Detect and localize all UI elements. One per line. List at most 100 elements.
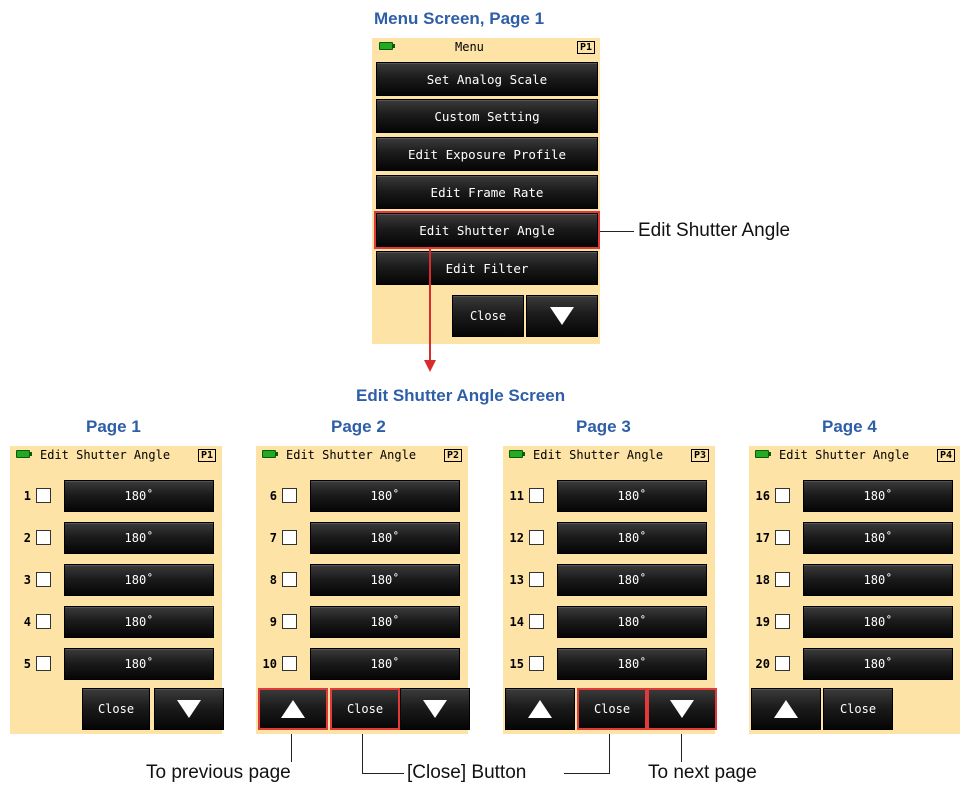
- callout-next-page: To next page: [648, 762, 757, 783]
- row-number: 20: [755, 657, 770, 671]
- row-checkbox[interactable]: [775, 572, 790, 587]
- shutter-angle-value-button[interactable]: 180˚: [64, 648, 214, 680]
- menu-item-edit-filter[interactable]: Edit Filter: [376, 251, 598, 285]
- row-checkbox[interactable]: [282, 488, 297, 503]
- callout-line-close-right-v: [609, 734, 610, 774]
- chevron-down-icon: [670, 700, 694, 718]
- row-number: 2: [23, 531, 31, 545]
- shutter-angle-value-button[interactable]: 180˚: [557, 606, 707, 638]
- shutter-angle-value-button[interactable]: 180˚: [64, 522, 214, 554]
- next-page-button[interactable]: [400, 688, 470, 730]
- shutter-angle-value-button[interactable]: 180˚: [803, 648, 953, 680]
- shutter-angle-value-button[interactable]: 180˚: [310, 480, 460, 512]
- row-number: 17: [755, 531, 770, 545]
- shutter-angle-value-button[interactable]: 180˚: [310, 522, 460, 554]
- next-page-button[interactable]: [647, 688, 717, 730]
- callout-line-edit-shutter-angle: [600, 231, 634, 232]
- edit-screen-page-2: Edit Shutter Angle P2 6 180˚ 7 180˚ 8 180˚ 9 180˚…: [256, 446, 470, 734]
- battery-icon: [262, 450, 278, 458]
- row-number: 19: [755, 615, 770, 629]
- shutter-angle-value-button[interactable]: 180˚: [557, 564, 707, 596]
- edit-screen-title: Edit Shutter Angle: [286, 448, 417, 462]
- shutter-angle-value-button[interactable]: 180˚: [803, 564, 953, 596]
- page-3-caption: Page 3: [576, 417, 631, 436]
- chevron-up-icon: [281, 700, 305, 718]
- row-checkbox[interactable]: [775, 614, 790, 629]
- row-checkbox[interactable]: [775, 656, 790, 671]
- menu-item-edit-frame-rate[interactable]: Edit Frame Rate: [376, 175, 598, 209]
- shutter-angle-value-button[interactable]: 180˚: [64, 564, 214, 596]
- row-checkbox[interactable]: [282, 572, 297, 587]
- row-number: 3: [23, 573, 31, 587]
- row-number: 15: [509, 657, 524, 671]
- edit-screen-title: Edit Shutter Angle: [779, 448, 910, 462]
- arrow-line: [429, 249, 431, 361]
- edit-screen-caption: Edit Shutter Angle Screen: [356, 386, 566, 405]
- close-button[interactable]: Close: [82, 688, 150, 730]
- shutter-angle-value-button[interactable]: 180˚: [803, 480, 953, 512]
- menu-close-button[interactable]: Close: [452, 295, 524, 337]
- shutter-angle-value-button[interactable]: 180˚: [803, 606, 953, 638]
- row-checkbox[interactable]: [529, 530, 544, 545]
- chevron-down-icon: [550, 307, 574, 325]
- row-checkbox[interactable]: [529, 572, 544, 587]
- shutter-angle-value-button[interactable]: 180˚: [557, 522, 707, 554]
- arrow-down-icon: [424, 360, 436, 372]
- battery-icon: [16, 450, 32, 458]
- row-number: 14: [509, 615, 524, 629]
- close-button[interactable]: Close: [330, 688, 400, 730]
- row-checkbox[interactable]: [529, 614, 544, 629]
- row-checkbox[interactable]: [36, 488, 51, 503]
- previous-page-button[interactable]: [258, 688, 328, 730]
- edit-screen-page-tag: P3: [691, 449, 710, 462]
- row-checkbox[interactable]: [775, 530, 790, 545]
- shutter-angle-value-button[interactable]: 180˚: [803, 522, 953, 554]
- row-checkbox[interactable]: [36, 530, 51, 545]
- menu-title: Menu: [455, 40, 484, 54]
- row-number: 11: [509, 489, 524, 503]
- chevron-up-icon: [774, 700, 798, 718]
- chevron-down-icon: [177, 700, 201, 718]
- row-number: 1: [23, 489, 31, 503]
- close-button[interactable]: Close: [577, 688, 647, 730]
- menu-item-edit-exposure-profile[interactable]: Edit Exposure Profile: [376, 137, 598, 171]
- shutter-angle-value-button[interactable]: 180˚: [64, 480, 214, 512]
- row-number: 18: [755, 573, 770, 587]
- edit-screen-title: Edit Shutter Angle: [40, 448, 171, 462]
- previous-page-button[interactable]: [751, 688, 821, 730]
- shutter-angle-value-button[interactable]: 180˚: [557, 480, 707, 512]
- menu-item-set-analog-scale[interactable]: Set Analog Scale: [376, 62, 598, 96]
- row-checkbox[interactable]: [36, 614, 51, 629]
- menu-item-custom-setting[interactable]: Custom Setting: [376, 99, 598, 133]
- close-button[interactable]: Close: [823, 688, 893, 730]
- edit-screen-page-4: Edit Shutter Angle P4 16 180˚ 17 180˚ 18 180˚ 19…: [749, 446, 960, 734]
- row-checkbox[interactable]: [282, 656, 297, 671]
- shutter-angle-value-button[interactable]: 180˚: [64, 606, 214, 638]
- row-checkbox[interactable]: [529, 656, 544, 671]
- row-checkbox[interactable]: [36, 656, 51, 671]
- menu-item-edit-shutter-angle[interactable]: Edit Shutter Angle: [376, 213, 598, 247]
- shutter-angle-value-button[interactable]: 180˚: [310, 648, 460, 680]
- edit-screen-page-3: Edit Shutter Angle P3 11 180˚ 12 180˚ 13 180˚ 14…: [503, 446, 717, 734]
- chevron-up-icon: [528, 700, 552, 718]
- row-number: 8: [269, 573, 277, 587]
- row-checkbox[interactable]: [282, 614, 297, 629]
- next-page-button[interactable]: [154, 688, 224, 730]
- battery-icon: [755, 450, 771, 458]
- row-checkbox[interactable]: [36, 572, 51, 587]
- row-checkbox[interactable]: [529, 488, 544, 503]
- row-number: 6: [269, 489, 277, 503]
- row-checkbox[interactable]: [282, 530, 297, 545]
- edit-screen-header: Edit Shutter Angle P4: [749, 446, 960, 466]
- row-checkbox[interactable]: [775, 488, 790, 503]
- callout-line-close-left-v: [362, 734, 363, 774]
- shutter-angle-value-button[interactable]: 180˚: [310, 606, 460, 638]
- menu-screen-caption: Menu Screen, Page 1: [374, 9, 545, 28]
- menu-next-page-button[interactable]: [526, 295, 598, 337]
- previous-page-button[interactable]: [505, 688, 575, 730]
- shutter-angle-value-button[interactable]: 180˚: [310, 564, 460, 596]
- shutter-angle-value-button[interactable]: 180˚: [557, 648, 707, 680]
- menu-page-tag: P1: [577, 41, 596, 54]
- row-number: 10: [262, 657, 277, 671]
- row-number: 12: [509, 531, 524, 545]
